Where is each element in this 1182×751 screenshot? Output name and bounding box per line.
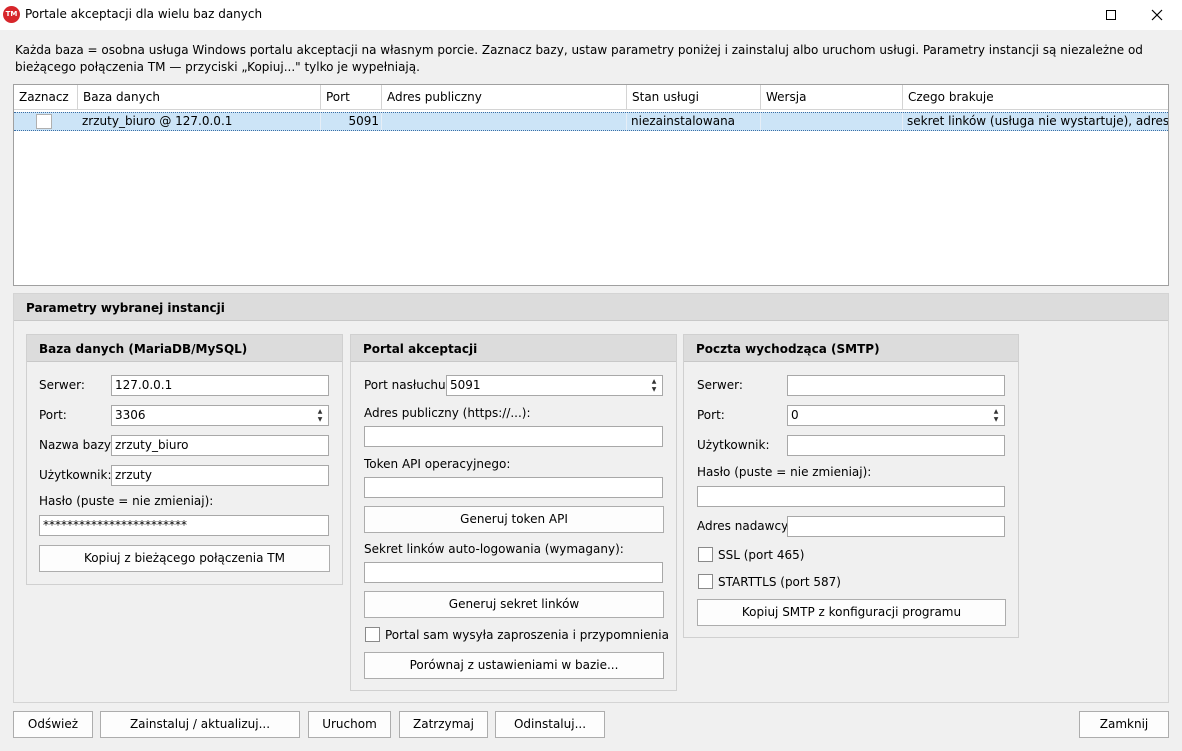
stop-service-button[interactable]: Zatrzymaj — [399, 711, 488, 738]
db-password-input[interactable]: ************************ — [39, 515, 329, 536]
cell-version — [761, 113, 903, 130]
spin-up-icon[interactable]: ▲ — [652, 378, 657, 386]
starttls-label[interactable]: STARTTLS (port 587) — [718, 575, 841, 589]
database-panel-header: Baza danych (MariaDB/MySQL) — [27, 335, 342, 362]
app-logo-icon: TM — [3, 6, 20, 23]
column-header-select[interactable]: Zaznacz — [14, 85, 78, 110]
generate-link-secret-button[interactable]: Generuj sekret linków — [364, 591, 664, 618]
smtp-server-input[interactable] — [787, 375, 1005, 396]
spin-up-icon[interactable]: ▲ — [318, 408, 323, 416]
db-password-label: Hasło (puste = nie zmieniaj): — [39, 494, 214, 508]
portal-panel-header: Portal akceptacji — [351, 335, 676, 362]
column-header-port[interactable]: Port — [321, 85, 382, 110]
smtp-password-label: Hasło (puste = nie zmieniaj): — [697, 465, 872, 479]
cell-database: zrzuty_biuro @ 127.0.0.1 — [78, 113, 321, 130]
database-panel: Baza danych (MariaDB/MySQL) Serwer: 127.… — [26, 334, 343, 585]
cell-port: 5091 — [321, 113, 382, 130]
params-header: Parametry wybranej instancji — [14, 294, 1168, 321]
smtp-port-stepper[interactable]: 0 ▲ ▼ — [787, 405, 1005, 426]
install-update-button[interactable]: Zainstaluj / aktualizuj... — [100, 711, 300, 738]
column-header-version[interactable]: Wersja — [761, 85, 903, 110]
maximize-icon — [1106, 10, 1116, 20]
starttls-checkbox[interactable] — [698, 574, 713, 589]
smtp-panel-header: Poczta wychodząca (SMTP) — [684, 335, 1018, 362]
public-address-label: Adres publiczny (https://...): — [364, 406, 531, 420]
db-name-label: Nazwa bazy: — [39, 438, 115, 452]
cell-service-state: niezainstalowana — [627, 113, 761, 130]
smtp-server-label: Serwer: — [697, 378, 743, 392]
ssl-checkbox[interactable] — [698, 547, 713, 562]
smtp-panel: Poczta wychodząca (SMTP) Serwer: Port: 0… — [683, 334, 1019, 638]
close-icon — [1151, 9, 1163, 21]
portal-port-label: Port nasłuchu: — [364, 378, 450, 392]
db-port-value: 3306 — [115, 408, 146, 422]
api-token-label: Token API operacyjnego: — [364, 457, 511, 471]
portal-port-value: 5091 — [450, 378, 481, 392]
smtp-password-input[interactable] — [697, 486, 1005, 507]
copy-db-connection-button[interactable]: Kopiuj z bieżącego połączenia TM — [39, 545, 330, 572]
db-user-label: Użytkownik: — [39, 468, 112, 482]
portal-panel-title: Portal akceptacji — [363, 342, 478, 356]
link-secret-input[interactable] — [364, 562, 663, 583]
sender-address-label: Adres nadawcy: — [697, 519, 792, 533]
close-window-button[interactable] — [1134, 0, 1180, 30]
smtp-port-spin-buttons[interactable]: ▲ ▼ — [988, 406, 1004, 425]
sender-address-input[interactable] — [787, 516, 1005, 537]
db-server-label: Serwer: — [39, 378, 85, 392]
maximize-button[interactable] — [1088, 0, 1134, 30]
db-user-input[interactable]: zrzuty — [111, 465, 329, 486]
spin-down-icon[interactable]: ▼ — [994, 416, 999, 424]
refresh-button[interactable]: Odśwież — [13, 711, 93, 738]
api-token-input[interactable] — [364, 477, 663, 498]
instances-table[interactable]: Zaznacz Baza danych Port Adres publiczny… — [13, 84, 1169, 286]
db-port-label: Port: — [39, 408, 67, 422]
portal-sends-invites-label[interactable]: Portal sam wysyła zaproszenia i przypomn… — [385, 628, 669, 642]
db-port-spin-buttons[interactable]: ▲ ▼ — [312, 406, 328, 425]
smtp-port-label: Port: — [697, 408, 725, 422]
spin-up-icon[interactable]: ▲ — [994, 408, 999, 416]
link-secret-label: Sekret linków auto-logowania (wymagany): — [364, 542, 624, 556]
table-row[interactable]: zrzuty_biuro @ 127.0.0.1 5091 niezainsta… — [14, 112, 1169, 131]
column-header-database[interactable]: Baza danych — [78, 85, 321, 110]
db-server-input[interactable]: 127.0.0.1 — [111, 375, 329, 396]
generate-api-token-button[interactable]: Generuj token API — [364, 506, 664, 533]
public-address-input[interactable] — [364, 426, 663, 447]
portal-port-spin-buttons[interactable]: ▲ ▼ — [646, 376, 662, 395]
spin-down-icon[interactable]: ▼ — [318, 416, 323, 424]
column-header-missing[interactable]: Czego brakuje — [903, 85, 1168, 110]
cell-public-address — [382, 113, 627, 130]
smtp-port-value: 0 — [791, 408, 799, 422]
db-port-stepper[interactable]: 3306 ▲ ▼ — [111, 405, 329, 426]
column-header-public-address[interactable]: Adres publiczny — [382, 85, 627, 110]
uninstall-button[interactable]: Odinstaluj... — [495, 711, 605, 738]
smtp-user-label: Użytkownik: — [697, 438, 770, 452]
column-header-service-state[interactable]: Stan usługi — [627, 85, 761, 110]
row-select-checkbox[interactable] — [36, 114, 52, 129]
ssl-label[interactable]: SSL (port 465) — [718, 548, 804, 562]
window-title: Portale akceptacji dla wielu baz danych — [25, 7, 263, 21]
portal-panel: Portal akceptacji Port nasłuchu: 5091 ▲ ▼… — [350, 334, 677, 691]
title-bar: TM Portale akceptacji dla wielu baz dany… — [0, 0, 1182, 30]
portal-port-stepper[interactable]: 5091 ▲ ▼ — [446, 375, 663, 396]
params-title: Parametry wybranej instancji — [26, 301, 225, 315]
smtp-user-input[interactable] — [787, 435, 1005, 456]
instance-params-group: Parametry wybranej instancji Baza danych… — [13, 293, 1169, 703]
smtp-panel-title: Poczta wychodząca (SMTP) — [696, 342, 880, 356]
cell-missing: sekret linków (usługa nie wystartuje), a… — [907, 114, 1169, 128]
portal-sends-invites-checkbox[interactable] — [365, 627, 380, 642]
compare-settings-button[interactable]: Porównaj z ustawieniami w bazie... — [364, 652, 664, 679]
database-panel-title: Baza danych (MariaDB/MySQL) — [39, 342, 248, 356]
description-text: Każda baza = osobna usługa Windows porta… — [15, 43, 1143, 74]
db-name-input[interactable]: zrzuty_biuro — [111, 435, 329, 456]
close-button[interactable]: Zamknij — [1079, 711, 1169, 738]
spin-down-icon[interactable]: ▼ — [652, 386, 657, 394]
copy-smtp-config-button[interactable]: Kopiuj SMTP z konfiguracji programu — [697, 599, 1006, 626]
start-service-button[interactable]: Uruchom — [308, 711, 391, 738]
